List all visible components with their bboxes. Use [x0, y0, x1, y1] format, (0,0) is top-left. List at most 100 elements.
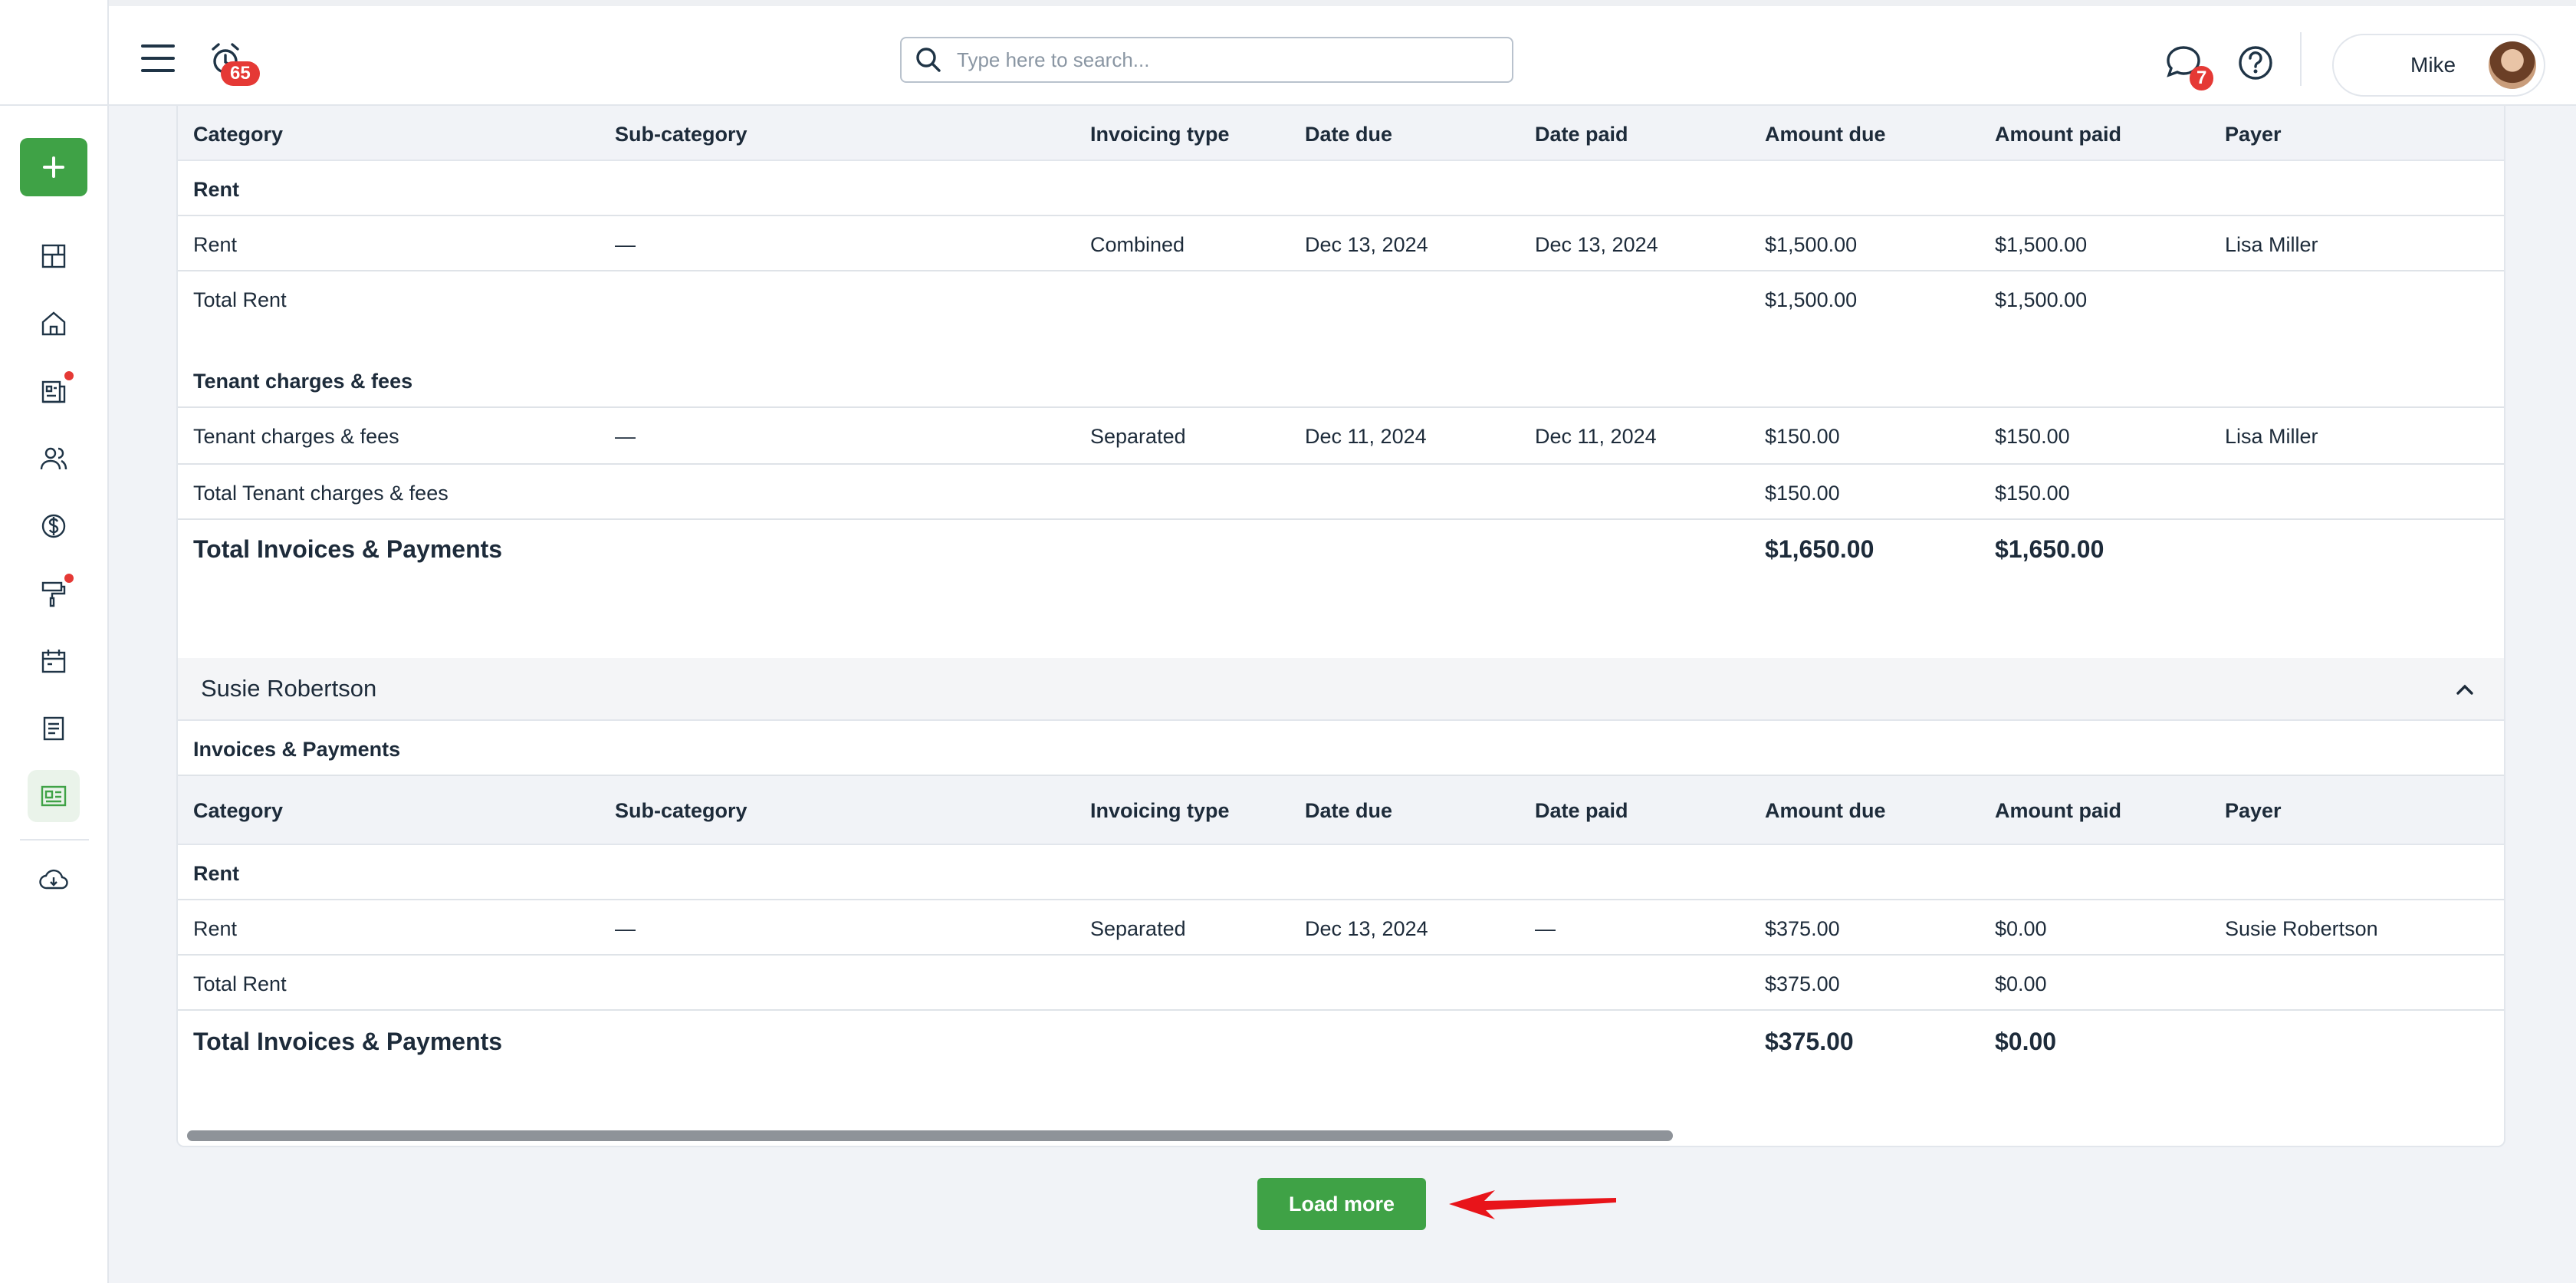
cell-invoicing-type: Separated — [1090, 425, 1186, 448]
cell-subcategory: — — [615, 233, 636, 256]
tenant-name: Susie Robertson — [201, 675, 377, 702]
table-row[interactable]: Tenant charges & fees — Separated Dec 11… — [178, 408, 2504, 465]
cell-category: Rent — [193, 233, 238, 256]
column-header-category: Category — [193, 799, 284, 822]
notes-icon — [43, 716, 64, 741]
calendar-icon — [41, 650, 66, 673]
column-header-payer: Payer — [2225, 123, 2282, 146]
section-subtitle: Invoices & Payments — [193, 738, 401, 761]
grand-total-amount-paid: $1,650.00 — [1995, 535, 2104, 563]
sidebar-item-reports[interactable] — [28, 770, 80, 822]
column-header-date-paid: Date paid — [1535, 799, 1628, 822]
subtotal-label: Total Rent — [193, 288, 287, 311]
subtotal-amount-paid: $1,500.00 — [1995, 288, 2088, 311]
plus-icon — [43, 156, 64, 178]
column-header-subcategory: Sub-category — [615, 123, 748, 146]
cell-date-paid: — — [1535, 917, 1556, 940]
messages-button[interactable]: 7 — [2164, 43, 2214, 90]
sidebar-item-accounting[interactable] — [28, 500, 80, 552]
category-group-row: Rent — [178, 161, 2504, 216]
chevron-up-icon[interactable] — [2453, 678, 2476, 701]
subtotal-amount-due: $375.00 — [1765, 972, 1840, 995]
section-subtitle-row: Invoices & Payments — [178, 721, 2504, 776]
sidebar-divider — [20, 839, 89, 841]
cell-amount-due: $150.00 — [1765, 425, 1840, 448]
notification-dot — [64, 574, 74, 583]
category-group-label: Rent — [193, 862, 239, 885]
table-header-row: Category Sub-category Invoicing type Dat… — [178, 106, 2504, 161]
search-box[interactable] — [900, 37, 1513, 83]
cell-amount-due: $1,500.00 — [1765, 233, 1858, 256]
horizontal-scrollbar[interactable] — [187, 1130, 1673, 1141]
question-circle-icon — [2239, 46, 2272, 80]
cell-category: Tenant charges & fees — [193, 425, 399, 448]
grand-total-row: Total Invoices & Payments $375.00 $0.00 — [178, 1011, 2504, 1072]
cell-subcategory: — — [615, 425, 636, 448]
subtotal-amount-paid: $150.00 — [1995, 482, 2070, 505]
dashboard-icon — [41, 244, 66, 268]
paint-roller-icon — [41, 581, 66, 607]
column-header-category: Category — [193, 123, 284, 146]
sidebar-item-notes[interactable] — [28, 702, 80, 755]
red-arrow-annotation — [1449, 1190, 1616, 1219]
report-icon — [41, 785, 67, 807]
cell-payer: Lisa Miller — [2225, 233, 2318, 256]
column-header-invoicing-type: Invoicing type — [1090, 799, 1230, 822]
dollar-icon — [41, 514, 66, 538]
messages-count-badge: 7 — [2190, 66, 2214, 90]
tenant-section-header[interactable]: Susie Robertson — [178, 658, 2504, 721]
column-header-date-due: Date due — [1305, 799, 1393, 822]
sidebar-item-people[interactable] — [28, 433, 80, 485]
document-list-icon — [41, 380, 66, 403]
top-bar: 65 7 Mike — [109, 0, 2576, 106]
sidebar-item-properties[interactable] — [28, 298, 80, 350]
subtotal-amount-paid: $0.00 — [1995, 972, 2047, 995]
cell-date-paid: Dec 11, 2024 — [1535, 425, 1657, 448]
grand-total-label: Total Invoices & Payments — [193, 535, 503, 563]
avatar — [2489, 41, 2536, 89]
cloud-download-icon — [39, 869, 68, 890]
table-row[interactable]: Rent — Separated Dec 13, 2024 — $375.00 … — [178, 900, 2504, 956]
sidebar-item-dashboard[interactable] — [28, 230, 80, 282]
report-table-card: Category Sub-category Invoicing type Dat… — [176, 106, 2505, 1147]
user-menu-button[interactable]: Mike — [2332, 34, 2545, 97]
cell-date-paid: Dec 13, 2024 — [1535, 233, 1658, 256]
cell-amount-due: $375.00 — [1765, 917, 1840, 940]
hamburger-line — [141, 44, 175, 48]
grand-total-row: Total Invoices & Payments $1,650.00 $1,6… — [178, 520, 2504, 581]
subtotal-label: Total Rent — [193, 972, 287, 995]
sidebar-item-download[interactable] — [28, 854, 80, 906]
subtotal-row: Total Rent $375.00 $0.00 — [178, 956, 2504, 1011]
cell-date-due: Dec 13, 2024 — [1305, 917, 1428, 940]
column-header-invoicing-type: Invoicing type — [1090, 123, 1230, 146]
notification-dot — [64, 371, 74, 380]
cell-amount-paid: $150.00 — [1995, 425, 2070, 448]
user-name: Mike — [2410, 53, 2456, 77]
column-header-date-due: Date due — [1305, 123, 1393, 146]
topbar-divider — [2300, 32, 2302, 86]
sidebar-item-maintenance[interactable] — [28, 567, 80, 620]
help-button[interactable] — [2236, 43, 2275, 83]
add-new-button[interactable] — [20, 138, 87, 196]
table-row[interactable]: Rent — Combined Dec 13, 2024 Dec 13, 202… — [178, 216, 2504, 271]
sidebar-item-leases[interactable] — [28, 365, 80, 417]
home-icon — [41, 311, 66, 336]
alarm-button[interactable]: 65 — [207, 40, 260, 86]
subtotal-amount-due: $150.00 — [1765, 482, 1840, 505]
column-header-payer: Payer — [2225, 799, 2282, 822]
column-header-amount-paid: Amount paid — [1995, 799, 2121, 822]
load-more-button[interactable]: Load more — [1257, 1178, 1426, 1230]
category-group-label: Rent — [193, 178, 239, 201]
menu-toggle-button[interactable] — [141, 44, 175, 74]
hamburger-line — [141, 57, 175, 60]
category-group-row: Tenant charges & fees — [178, 353, 2504, 408]
subtotal-amount-due: $1,500.00 — [1765, 288, 1858, 311]
subtotal-row: Total Tenant charges & fees $150.00 $150… — [178, 465, 2504, 520]
search-icon — [916, 48, 941, 72]
sidebar-item-calendar[interactable] — [28, 635, 80, 687]
subtotal-row: Total Rent $1,500.00 $1,500.00 — [178, 271, 2504, 327]
subtotal-label: Total Tenant charges & fees — [193, 482, 449, 505]
search-input[interactable] — [957, 48, 1478, 72]
hamburger-line — [141, 69, 175, 72]
sidebar-logo-area — [0, 0, 107, 106]
